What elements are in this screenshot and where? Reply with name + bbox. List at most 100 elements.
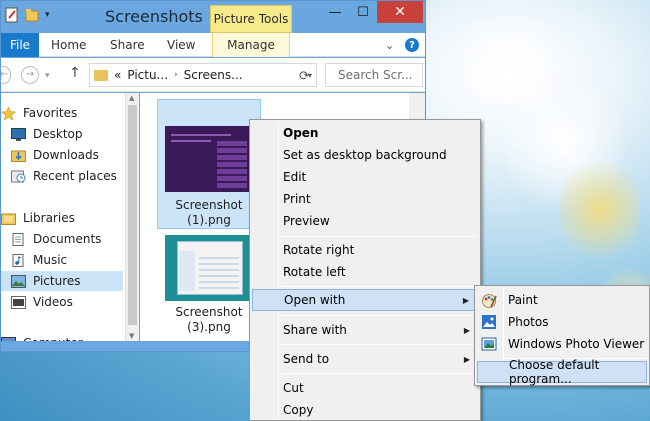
- desktop-icon: [11, 127, 26, 141]
- nav-label: Downloads: [33, 148, 99, 162]
- nav-label: Desktop: [33, 127, 83, 141]
- libraries-icon: [1, 213, 16, 225]
- menu-item-edit[interactable]: Edit: [252, 166, 478, 188]
- thumbnail-image: [165, 126, 253, 192]
- menu-item-open[interactable]: Open: [252, 122, 478, 144]
- up-button[interactable]: ↑: [69, 65, 81, 81]
- navigation-scrollbar[interactable]: ▲ ▼: [125, 93, 139, 341]
- customize-qat-chevron-icon[interactable]: ▾: [45, 10, 50, 20]
- flower-bloom: [440, 15, 580, 105]
- menu-item-choose-default-program[interactable]: Choose default program...: [477, 358, 647, 386]
- recent-places-icon: [11, 170, 26, 182]
- thumbnail-detail: [171, 134, 231, 136]
- tab-manage[interactable]: Manage: [212, 33, 290, 57]
- nav-item-pictures[interactable]: Pictures: [1, 271, 123, 291]
- minimize-button[interactable]: —: [321, 1, 349, 23]
- window-title: Screenshots: [105, 7, 203, 26]
- tab-file[interactable]: File: [1, 33, 39, 57]
- menu-item-rotate-left[interactable]: Rotate left: [252, 261, 478, 283]
- documents-icon: [12, 232, 24, 246]
- nav-label: Recent places: [33, 169, 117, 183]
- folder-icon: [94, 69, 108, 81]
- flower-bloom: [560, 150, 640, 270]
- thumbnail-detail: [217, 140, 247, 188]
- breadcrumb-screenshots[interactable]: Screens...: [184, 68, 243, 82]
- file-name-line: (3).png: [187, 320, 231, 334]
- nav-item-videos[interactable]: Videos: [1, 292, 123, 312]
- scroll-up-arrow-icon[interactable]: ▲: [129, 94, 134, 102]
- recent-locations-chevron-icon[interactable]: ▾: [45, 71, 50, 81]
- new-folder-icon[interactable]: [25, 7, 39, 23]
- downloads-icon: [11, 150, 26, 162]
- file-name-line: Screenshot: [175, 198, 243, 212]
- thumbnail-detail: [171, 140, 211, 142]
- photo-viewer-icon: [481, 337, 497, 351]
- music-icon: [12, 253, 24, 267]
- menu-item-copy[interactable]: Copy: [252, 399, 478, 421]
- menu-item-send-to[interactable]: Send to ▶: [252, 348, 478, 370]
- picture-tools-label: Picture Tools: [210, 5, 292, 33]
- address-field[interactable]: « Pictu... › Screens... ▾: [89, 63, 317, 87]
- ribbon-tabs: File Home Share View Manage ⌄ ?: [1, 33, 425, 57]
- nav-item-music[interactable]: Music: [1, 250, 123, 270]
- menu-item-photos[interactable]: Photos: [477, 311, 647, 333]
- menu-separator: [281, 315, 476, 316]
- refresh-icon[interactable]: ⟳: [299, 69, 310, 84]
- search-input[interactable]: Search Scr...: [325, 63, 423, 87]
- scrollbar-thumb[interactable]: [128, 105, 137, 325]
- menu-item-paint[interactable]: Paint: [477, 289, 647, 311]
- nav-item-recent-places[interactable]: Recent places: [1, 166, 123, 186]
- scroll-down-arrow-icon[interactable]: ▼: [129, 332, 134, 340]
- back-button[interactable]: ←: [0, 66, 11, 84]
- help-icon[interactable]: ?: [405, 38, 419, 52]
- videos-icon: [11, 295, 26, 309]
- menu-item-preview[interactable]: Preview: [252, 210, 478, 232]
- navigation-pane: Favorites Desktop Downloads Recent place…: [1, 93, 125, 350]
- address-prefix[interactable]: «: [114, 68, 121, 82]
- menu-item-rotate-right[interactable]: Rotate right: [252, 239, 478, 261]
- nav-item-desktop[interactable]: Desktop: [1, 124, 123, 144]
- nav-label: Pictures: [33, 274, 81, 288]
- close-button[interactable]: ✕: [377, 1, 423, 23]
- nav-item-downloads[interactable]: Downloads: [1, 145, 123, 165]
- address-bar-row: ← → ▾ ↑ « Pictu... › Screens... ▾ ⟳ Sear…: [0, 58, 425, 92]
- nav-label: Favorites: [23, 106, 78, 120]
- nav-item-favorites[interactable]: Favorites: [1, 103, 123, 123]
- menu-item-label: Send to: [283, 352, 330, 366]
- menu-item-label: Share with: [283, 323, 347, 337]
- title-bar[interactable]: ▾ Screenshots Picture Tools — ☐ ✕: [1, 1, 425, 33]
- menu-item-open-with[interactable]: Open with ▶: [252, 289, 478, 311]
- menu-separator: [281, 286, 476, 287]
- thumbnail-image: [165, 235, 253, 301]
- properties-icon[interactable]: [5, 7, 19, 23]
- menu-item-label: Open with: [284, 293, 346, 307]
- nav-label: Videos: [33, 295, 73, 309]
- menu-item-print[interactable]: Print: [252, 188, 478, 210]
- menu-item-cut[interactable]: Cut: [252, 377, 478, 399]
- file-name-line: (1).png: [187, 213, 231, 227]
- maximize-button[interactable]: ☐: [349, 1, 377, 23]
- nav-label: Documents: [33, 232, 102, 246]
- quick-access-toolbar: ▾: [5, 7, 50, 23]
- tab-share[interactable]: Share: [110, 33, 145, 57]
- file-tile-screenshot-3[interactable]: Screenshot (3).png: [157, 235, 261, 341]
- thumbnail-detail: [179, 251, 195, 291]
- nav-item-libraries[interactable]: Libraries: [1, 208, 123, 228]
- pictures-icon: [11, 274, 26, 288]
- tab-home[interactable]: Home: [51, 33, 86, 57]
- menu-item-share-with[interactable]: Share with ▶: [252, 319, 478, 341]
- menu-item-label: Photos: [508, 315, 549, 329]
- menu-item-windows-photo-viewer[interactable]: Windows Photo Viewer: [477, 333, 647, 355]
- expand-ribbon-icon[interactable]: ⌄: [385, 33, 394, 57]
- file-tile-screenshot-1[interactable]: Screenshot (1).png: [157, 99, 261, 229]
- paint-icon: [482, 294, 497, 308]
- forward-button[interactable]: →: [21, 66, 39, 84]
- submenu-arrow-icon: ▶: [463, 325, 470, 335]
- menu-item-set-as-desktop-background[interactable]: Set as desktop background: [252, 144, 478, 166]
- nav-item-documents[interactable]: Documents: [1, 229, 123, 249]
- open-with-submenu: Paint Photos Windows Photo Viewer Choose…: [474, 285, 650, 386]
- breadcrumb-separator-icon[interactable]: ›: [174, 70, 178, 80]
- tab-view[interactable]: View: [167, 33, 195, 57]
- file-name-line: Screenshot: [175, 305, 243, 319]
- breadcrumb-pictures[interactable]: Pictu...: [127, 68, 168, 82]
